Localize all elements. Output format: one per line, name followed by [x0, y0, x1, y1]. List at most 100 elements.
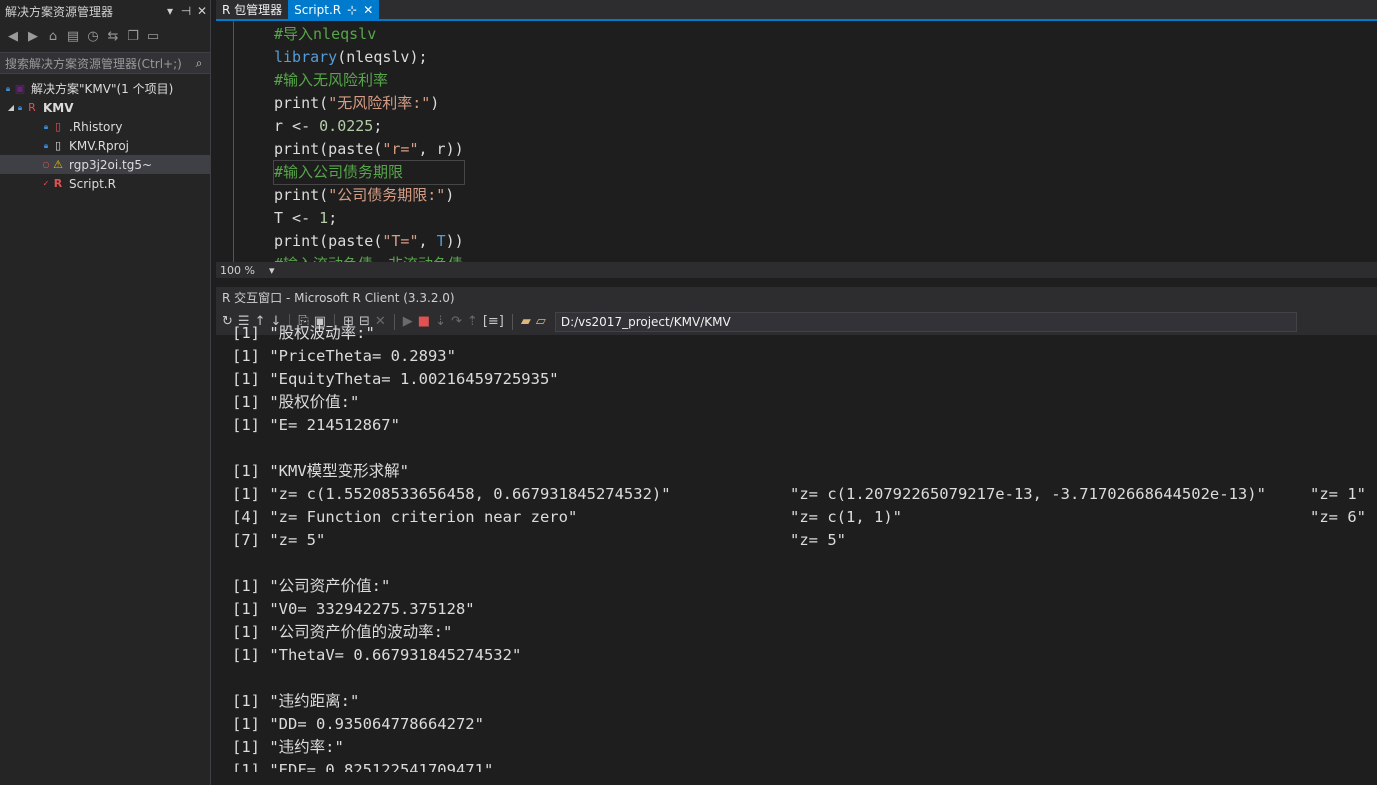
- file-icon: ▯: [54, 120, 62, 133]
- code-line[interactable]: library(nleqslv);: [274, 46, 464, 69]
- console-cell: [1] "E= 214512867": [232, 416, 400, 434]
- code-lines[interactable]: #导入nleqslv library(nleqslv); #输入无风险利率 print…: [273, 23, 465, 262]
- editor-status-bar: 100 % ▾: [216, 262, 1377, 278]
- close-icon[interactable]: ✕: [363, 3, 373, 17]
- console-line: [1] "公司资产价值:": [232, 575, 1372, 598]
- code-line[interactable]: print(paste("T=", T)): [274, 230, 464, 253]
- lock-icon: 🔒︎: [17, 102, 23, 112]
- code-token: print(paste(: [274, 232, 383, 250]
- console-cell: [1] "违约距离:": [232, 692, 360, 710]
- console-line: [1] "KMV模型变形求解": [232, 460, 1372, 483]
- r-file-icon: R: [53, 177, 63, 190]
- code-token: ,: [418, 232, 437, 250]
- indent-guide: [233, 21, 234, 262]
- console-line: [1] "PriceTheta= 0.2893": [232, 345, 1372, 368]
- zoom-dropdown-icon[interactable]: ▾: [269, 264, 275, 277]
- solution-icon: ▣: [14, 82, 26, 95]
- console-cell: [1] "公司资产价值:": [232, 577, 391, 595]
- console-cell: "z= c(1, 1)": [790, 508, 902, 526]
- collapse-icon[interactable]: ❐: [124, 29, 142, 44]
- console-cell: [1] "ThetaV= 0.667931845274532": [232, 646, 522, 664]
- code-token: "T=": [382, 232, 419, 250]
- r-window-title: R 交互窗口 - Microsoft R Client (3.3.2.0): [216, 287, 1377, 308]
- console-cell: "z= c(1.20792265079217e-13, -3.717026686…: [790, 485, 1266, 503]
- code-token: #输入公司债务期限: [274, 163, 404, 181]
- tree-node-solution[interactable]: 🔒︎ ▣ 解决方案"KMV"(1 个项目): [0, 79, 210, 98]
- tree-node-project[interactable]: ◢ 🔒︎ R KMV: [0, 98, 210, 117]
- code-line[interactable]: #输入流动负债，非流动负债: [274, 253, 464, 262]
- tab-package-manager[interactable]: R 包管理器: [216, 0, 288, 19]
- zoom-level[interactable]: 100 %: [220, 264, 255, 277]
- code-line[interactable]: print("无风险利率:"): [274, 92, 464, 115]
- search-icon[interactable]: ⌕: [188, 56, 210, 71]
- tree-label: Script.R: [69, 176, 116, 191]
- console-line: [1] "股权波动率:": [232, 322, 1372, 345]
- code-token: "无风险利率:": [328, 94, 431, 112]
- code-token: T <-: [274, 209, 320, 227]
- console-line: [4] "z= Function criterion near zero" "z=…: [232, 506, 1372, 529]
- code-token: r <-: [274, 117, 320, 135]
- console-cell: [1] "EquityTheta= 1.00216459725935": [232, 370, 559, 388]
- explorer-search[interactable]: 搜索解决方案资源管理器(Ctrl+;) ⌕: [0, 52, 210, 74]
- console-line: [1] "EquityTheta= 1.00216459725935": [232, 368, 1372, 391]
- tree-node-file[interactable]: ✓ R Script.R: [0, 174, 210, 193]
- pin-icon[interactable]: ⊹: [347, 3, 357, 17]
- code-line[interactable]: print("公司债务期限:"): [274, 184, 464, 207]
- code-line[interactable]: r <- 0.0225;: [274, 115, 464, 138]
- tree-node-file[interactable]: 🔒︎ ▯ KMV.Rproj: [0, 136, 210, 155]
- code-line[interactable]: T <- 1;: [274, 207, 464, 230]
- warning-file-icon: ⚠: [53, 158, 63, 171]
- code-line[interactable]: #输入公司债务期限: [273, 160, 465, 185]
- tree-node-file-selected[interactable]: ○ ⚠ rgp3j2oi.tg5~: [0, 155, 210, 174]
- forward-icon[interactable]: ▶: [24, 29, 42, 44]
- tree-node-file[interactable]: 🔒︎ ▯ .Rhistory: [0, 117, 210, 136]
- pin-icon[interactable]: ⊣: [178, 4, 194, 18]
- code-token: library: [274, 48, 338, 66]
- missing-icon: ○: [42, 160, 50, 169]
- tree-label: 解决方案"KMV"(1 个项目): [31, 82, 174, 96]
- console-line: [1] "违约率:": [232, 736, 1372, 759]
- back-icon[interactable]: ◀: [4, 29, 22, 44]
- explorer-title: 解决方案资源管理器: [5, 4, 114, 19]
- code-token: ;: [373, 117, 383, 135]
- lock-icon: 🔒︎: [43, 121, 49, 131]
- console-cell: "z= 5": [790, 531, 846, 549]
- code-token: (nleqslv);: [337, 48, 428, 66]
- console-cell: [1] "V0= 332942275.375128": [232, 600, 475, 618]
- dropdown-icon[interactable]: ▾: [162, 4, 178, 18]
- close-icon[interactable]: ✕: [194, 4, 210, 18]
- tree-label: .Rhistory: [69, 119, 123, 134]
- console-line: [1] "EDF= 0.825122541709471": [232, 759, 1372, 772]
- solution-tree: 🔒︎ ▣ 解决方案"KMV"(1 个项目) ◢ 🔒︎ R KMV 🔒︎ ▯ .R…: [0, 79, 210, 193]
- search-input[interactable]: 搜索解决方案资源管理器(Ctrl+;): [5, 55, 188, 72]
- home-icon[interactable]: ⌂: [44, 29, 62, 44]
- document-tabs: R 包管理器 Script.R ⊹ ✕: [216, 0, 1377, 21]
- tree-label: KMV: [43, 100, 74, 115]
- console-line: [1] "ThetaV= 0.667931845274532": [232, 644, 1372, 667]
- settings-icon[interactable]: ▭: [144, 29, 162, 44]
- code-token: "公司债务期限:": [328, 186, 446, 204]
- console-cell: [1] "股权价值:": [232, 393, 360, 411]
- code-editor[interactable]: #导入nleqslv library(nleqslv); #输入无风险利率 print…: [216, 21, 1377, 262]
- console-cell: [1] "股权波动率:": [232, 324, 375, 342]
- console-cell: [1] "公司资产价值的波动率:": [232, 623, 453, 641]
- tab-label: Script.R: [294, 2, 342, 17]
- console-cell: [1] "违约率:": [232, 738, 344, 756]
- tree-label: rgp3j2oi.tg5~: [69, 157, 153, 172]
- code-line[interactable]: print(paste("r=", r)): [274, 138, 464, 161]
- tab-script-r[interactable]: Script.R ⊹ ✕: [288, 0, 380, 19]
- sync-icon[interactable]: ⇆: [104, 29, 122, 44]
- r-console-output[interactable]: [1] "股权波动率:" [1] "PriceTheta= 0.2893" [1] …: [232, 322, 1372, 772]
- console-line: [1] "股权价值:": [232, 391, 1372, 414]
- console-line: [1] "z= c(1.55208533656458, 0.6679318452…: [232, 483, 1372, 506]
- code-token: #输入无风险利率: [274, 71, 389, 89]
- console-cell: "z= 6": [1310, 508, 1366, 526]
- console-cell: "z= 1": [1310, 485, 1366, 503]
- switch-view-icon[interactable]: ▤: [64, 29, 82, 44]
- code-line[interactable]: #导入nleqslv: [274, 23, 464, 46]
- history-icon[interactable]: ◷: [84, 29, 102, 44]
- code-line[interactable]: #输入无风险利率: [274, 69, 464, 92]
- expand-icon[interactable]: ◢: [6, 103, 16, 112]
